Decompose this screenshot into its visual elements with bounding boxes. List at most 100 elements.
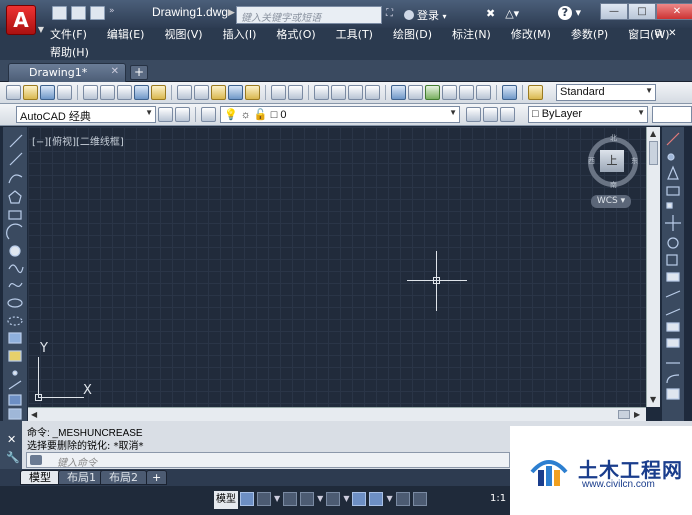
menu-parametric[interactable]: 参数(P) — [571, 28, 608, 42]
command-window-grip[interactable]: ✕ 🔧 — [0, 421, 22, 469]
text-style-icon[interactable] — [528, 85, 543, 100]
zoom-window-icon[interactable] — [348, 85, 363, 100]
new-file-icon[interactable] — [52, 6, 67, 20]
wrench-icon[interactable]: 🔧 — [6, 451, 20, 464]
viewcube-north[interactable]: 北 — [610, 133, 617, 143]
isodraft-icon[interactable] — [352, 492, 367, 506]
pan-icon[interactable] — [314, 85, 329, 100]
properties-icon[interactable] — [391, 85, 406, 100]
chevron-down-icon[interactable]: ▼ — [317, 492, 323, 506]
undo-icon[interactable] — [271, 85, 286, 100]
binoculars-icon[interactable]: ⛶ — [386, 8, 393, 19]
match-properties-icon[interactable] — [228, 85, 243, 100]
menu-modify[interactable]: 修改(M) — [511, 28, 551, 42]
mdi-minimize-button[interactable]: – — [644, 28, 649, 39]
viewcube-south[interactable]: 南 — [610, 180, 617, 190]
viewcube-west[interactable]: 西 — [588, 156, 595, 166]
mdi-close-button[interactable]: ✕ — [668, 28, 676, 39]
scroll-left-icon[interactable]: ◀ — [31, 410, 37, 419]
annotation-scale[interactable]: 1:1 — [490, 493, 506, 504]
paste-icon[interactable] — [211, 85, 226, 100]
menu-file[interactable]: 文件(F) — [50, 28, 87, 42]
model-space-button[interactable]: 模型 — [214, 491, 238, 509]
autodesk-360-icon[interactable]: △▾ — [505, 7, 519, 20]
print-icon[interactable] — [83, 85, 98, 100]
text-style-select[interactable]: Standard ▼ — [556, 84, 656, 101]
markup-icon[interactable] — [459, 85, 474, 100]
layer-select[interactable]: 💡 ☼ 🔓 □ 0 ▼ — [220, 106, 460, 123]
annotation-visibility-icon[interactable] — [395, 492, 410, 506]
tool-palettes-icon[interactable] — [425, 85, 440, 100]
tab-model[interactable]: 模型 — [20, 470, 60, 485]
ortho-icon[interactable] — [283, 492, 298, 506]
save-icon[interactable] — [40, 85, 55, 100]
menu-insert[interactable]: 插入(I) — [223, 28, 257, 42]
snap-icon[interactable] — [257, 492, 271, 506]
object-snap-tracking-icon[interactable] — [326, 492, 341, 506]
plot-preview-icon[interactable] — [100, 85, 115, 100]
cut-icon[interactable] — [177, 85, 192, 100]
chevron-down-icon[interactable]: ▼ — [386, 492, 392, 506]
layer-manager-icon[interactable] — [201, 107, 216, 122]
zoom-realtime-icon[interactable] — [331, 85, 346, 100]
scroll-down-icon[interactable]: ▼ — [650, 395, 656, 404]
workspace-settings-icon[interactable] — [175, 107, 190, 122]
exchange-icon[interactable]: ✖ — [486, 7, 495, 20]
mdi-restore-button[interactable]: ⧉ — [655, 28, 662, 39]
viewcube-top-face[interactable]: 上 — [600, 150, 624, 172]
command-prompt-icon[interactable] — [30, 455, 42, 465]
close-icon[interactable]: ✕ — [7, 433, 16, 446]
chevron-down-icon[interactable]: ▼ — [274, 492, 280, 506]
design-center-palette-icon[interactable] — [408, 85, 423, 100]
horizontal-scroll-thumb[interactable] — [618, 410, 630, 419]
redo-icon[interactable] — [288, 85, 303, 100]
search-input[interactable]: 键入关键字或短语 — [236, 6, 382, 24]
design-center-icon[interactable] — [151, 85, 166, 100]
application-menu-button[interactable]: A ▼ — [6, 5, 44, 35]
vertical-scrollbar[interactable]: ▲ ▼ — [646, 127, 660, 407]
workspace-select[interactable]: AutoCAD 经典 ▼ — [16, 106, 156, 123]
publish-icon[interactable] — [117, 85, 132, 100]
open-folder-icon[interactable] — [71, 6, 86, 20]
menu-format[interactable]: 格式(O) — [276, 28, 315, 42]
vertical-scroll-thumb[interactable] — [649, 141, 658, 165]
gear-icon[interactable] — [158, 107, 173, 122]
close-button[interactable]: ✕ — [656, 3, 692, 20]
sheet-set-icon[interactable] — [57, 85, 72, 100]
new-icon[interactable] — [6, 85, 21, 100]
auto-scale-icon[interactable] — [412, 492, 427, 506]
drawing-canvas[interactable]: [−][俯视][二维线框] Y X 上 北 西 东 南 WCS ▾ — [28, 127, 646, 407]
3d-publish-icon[interactable] — [134, 85, 149, 100]
menu-edit[interactable]: 编辑(E) — [107, 28, 145, 42]
command-input[interactable]: 键入命令 — [26, 452, 510, 469]
linetype-select[interactable] — [652, 106, 692, 123]
sheet-set-manager-icon[interactable] — [442, 85, 457, 100]
new-tab-button[interactable]: + — [130, 65, 148, 80]
layer-previous-icon[interactable] — [483, 107, 498, 122]
polar-icon[interactable] — [300, 492, 315, 506]
restore-button[interactable]: □ — [628, 3, 656, 20]
help-button[interactable]: ? ▾ — [558, 6, 588, 22]
tab-layout2[interactable]: 布局2 — [100, 470, 147, 485]
make-current-layer-icon[interactable] — [466, 107, 481, 122]
scroll-up-icon[interactable]: ▲ — [650, 129, 656, 138]
menu-tools[interactable]: 工具(T) — [336, 28, 373, 42]
close-icon[interactable]: ✕ — [111, 66, 119, 77]
menu-help[interactable]: 帮助(H) — [50, 44, 89, 60]
login-button[interactable]: 登录 ▾ — [404, 7, 447, 23]
triangle-right-icon[interactable]: ▶ — [228, 8, 235, 18]
open-icon[interactable] — [23, 85, 38, 100]
help-icon[interactable] — [502, 85, 517, 100]
zoom-previous-icon[interactable] — [365, 85, 380, 100]
menu-view[interactable]: 视图(V) — [164, 28, 202, 42]
menu-draw[interactable]: 绘图(D) — [393, 28, 432, 42]
grid-icon[interactable] — [240, 492, 254, 506]
tab-layout1[interactable]: 布局1 — [58, 470, 105, 485]
save-icon[interactable] — [90, 6, 105, 20]
color-select[interactable]: □ ByLayer ▼ — [528, 106, 648, 123]
brush-icon[interactable] — [245, 85, 260, 100]
horizontal-scrollbar[interactable]: ◀ ▶ — [28, 407, 646, 421]
viewport-controls[interactable]: [−][俯视][二维线框] — [32, 133, 124, 148]
object-snap-icon[interactable] — [369, 492, 384, 506]
wcs-menu[interactable]: WCS ▾ — [591, 195, 631, 208]
